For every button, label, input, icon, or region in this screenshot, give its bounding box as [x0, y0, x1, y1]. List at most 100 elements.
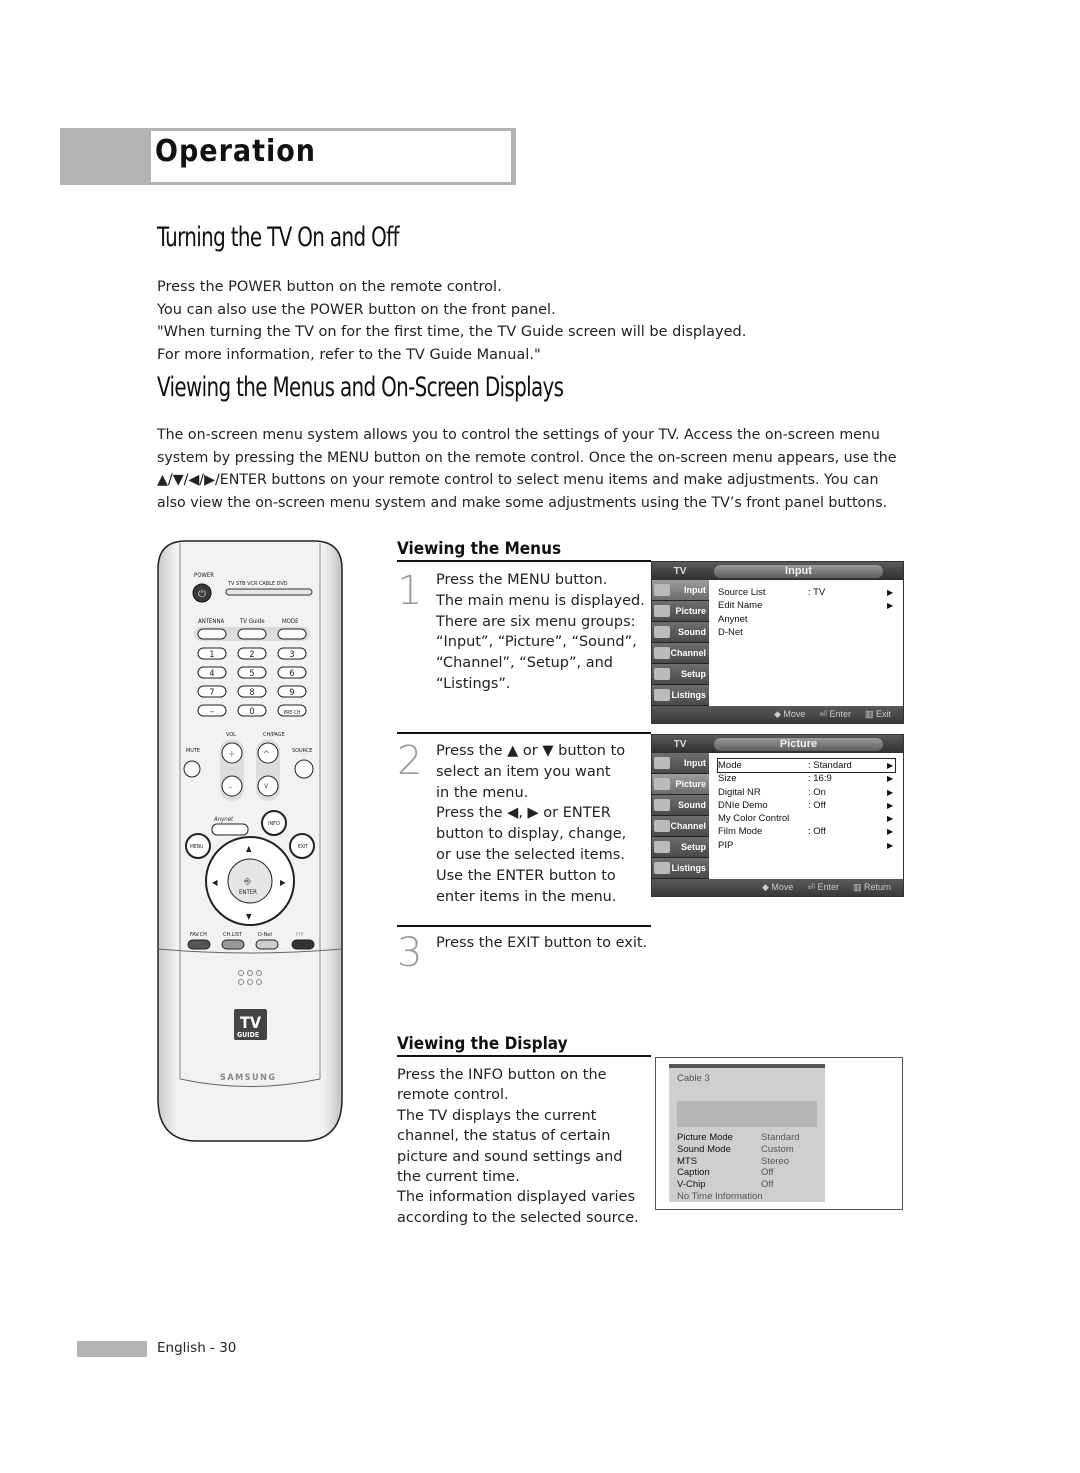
info-key: V-Chip	[677, 1179, 706, 1191]
osd-row-key: Source List	[718, 587, 766, 598]
osd-row: Source List: TV ▶	[718, 586, 895, 599]
step-line: “Channel”, “Setup”, and	[436, 655, 613, 672]
paragraph-line: Press the INFO button on the	[397, 1067, 607, 1083]
info-key: Picture Mode	[677, 1132, 733, 1143]
osd-tab-label: Listings	[671, 690, 706, 700]
remote-label-enter: ENTER	[239, 889, 257, 896]
page-number: English - 30	[157, 1340, 237, 1356]
osd-row-key: PIP	[718, 839, 734, 851]
step-line: The main menu is displayed.	[436, 592, 645, 609]
paragraph-line: Press the POWER button on the remote con…	[157, 279, 502, 295]
osd-row-key: Anynet	[718, 613, 748, 625]
remote-label-source: SOURCE	[292, 748, 312, 754]
osd-tab-label: Channel	[670, 648, 706, 658]
remote-label-chpage: CH/PAGE	[263, 732, 285, 738]
osd-title: Input	[714, 564, 883, 578]
step-line: enter items in the menu.	[436, 888, 617, 905]
picture-icon	[654, 778, 670, 790]
osd-hint-enter: ⏎ Enter	[807, 882, 839, 892]
step-1-text: Press the MENU button. The main menu is …	[436, 570, 645, 695]
heading-viewing-menus: Viewing the Menus	[397, 539, 562, 559]
step-line: Press the MENU button.	[436, 572, 608, 588]
heading-menus-osd: Viewing the Menus and On-Screen Displays	[157, 372, 564, 403]
svg-text:▶: ▶	[280, 878, 286, 887]
info-value: Stereo	[761, 1155, 789, 1167]
paragraph-line: channel, the status of certain	[397, 1128, 611, 1145]
osd-row: PIP ▶	[718, 839, 895, 852]
paragraph-line: the current time.	[397, 1169, 520, 1186]
info-value: Off	[761, 1167, 774, 1179]
turning-on-off-text: Press the POWER button on the remote con…	[157, 276, 746, 366]
tv-guide-logo-tv: TV	[240, 1013, 262, 1032]
arrow-right-icon: ▶	[887, 774, 894, 784]
divider	[397, 925, 651, 927]
step-line: There are six menu groups:	[436, 613, 636, 630]
digit-label: 7	[209, 688, 214, 698]
osd-sidebar: Input Picture Sound Channel Setup Listin…	[652, 580, 709, 706]
osd-hint-enter: ⏎ Enter	[819, 709, 851, 719]
remote-control-illustration: POWER ⏻ TV STB VCR CABLE DVD ANTENNA TV …	[157, 540, 343, 1142]
info-row: Caption Off	[677, 1167, 800, 1179]
osd-tab-sound: Sound	[652, 795, 709, 816]
remote-label-favch: FAV.CH	[190, 932, 207, 938]
step-2-text: Press the ▲ or ▼ button to select an ite…	[436, 741, 626, 907]
input-icon	[654, 584, 670, 596]
step-3-text: Press the EXIT button to exit.	[436, 933, 647, 954]
osd-input-menu: TV Input Input Picture Sound Channel Set…	[651, 561, 904, 724]
paragraph-line: For more information, refer to the TV Gu…	[157, 346, 541, 363]
info-key: Sound Mode	[677, 1143, 731, 1155]
osd-tab-setup: Setup	[652, 837, 709, 858]
osd-items: Source List: TV ▶ Edit Name ▶ Anynet D-Net	[709, 580, 903, 695]
osd-tab-picture: Picture	[652, 601, 709, 622]
arrow-right-icon: ▶	[887, 761, 894, 770]
svg-text:v: v	[264, 781, 269, 790]
osd-tab-label: Input	[684, 585, 706, 595]
remote-label-menu: MENU	[190, 844, 203, 850]
osd-tab-input: Input	[652, 580, 709, 601]
osd-row-value: : Standard	[808, 760, 852, 771]
digit-label: 6	[289, 669, 294, 679]
paragraph-line: The TV displays the current	[397, 1107, 597, 1124]
osd-tab-listings: Listings	[652, 685, 709, 706]
osd-picture-menu: TV Picture Input Picture Sound Channel S…	[651, 734, 904, 897]
remote-label-antenna: ANTENNA	[198, 618, 225, 625]
step-line: select an item you want	[436, 763, 611, 780]
info-row: V-Chip Off	[677, 1179, 800, 1191]
osd-tab-input: Input	[652, 753, 709, 774]
svg-text:▲: ▲	[246, 844, 252, 853]
osd-tab-label: Listings	[671, 863, 706, 873]
osd-row-value	[808, 812, 887, 825]
arrow-right-icon: ▶	[887, 840, 894, 850]
arrow-right-icon: ▶	[887, 800, 894, 810]
satellite-dish-icon	[654, 647, 670, 659]
osd-row-value: : Off	[808, 826, 826, 838]
setup-icon	[654, 841, 670, 853]
osd-tab-label: Picture	[675, 779, 706, 789]
osd-tab-channel: Channel	[652, 643, 709, 664]
osd-tab-channel: Channel	[652, 816, 709, 837]
osd-tab-sound: Sound	[652, 622, 709, 643]
svg-text:◀: ◀	[212, 878, 218, 887]
osd-hint-move: ◆ Move	[761, 882, 794, 892]
arrow-right-icon: ▶	[887, 588, 894, 597]
osd-tab-label: Input	[684, 758, 706, 768]
osd-hint-exit: ▥ Exit	[864, 709, 891, 719]
step-line: “Listings”.	[436, 675, 511, 692]
info-value: Off	[761, 1179, 774, 1191]
paragraph-line: system by pressing the MENU button on th…	[157, 449, 897, 466]
remote-label-mute: MUTE	[186, 748, 200, 754]
paragraph-line: also view the on-screen menu system and …	[157, 494, 888, 511]
svg-text:^: ^	[263, 750, 270, 760]
osd-row: Anynet	[718, 613, 895, 626]
step-line: in the menu.	[436, 784, 529, 801]
info-display-panel: Cable 3 Picture Mode Standard Sound Mode C…	[669, 1064, 825, 1202]
svg-text:⏻: ⏻	[198, 589, 206, 600]
remote-label-tvguide: TV Guide	[239, 618, 265, 625]
step-line: Press the EXIT button to exit.	[436, 935, 648, 951]
osd-header: TV Input	[652, 562, 903, 580]
tv-guide-icon	[654, 689, 670, 701]
step-line: button to display, change,	[436, 826, 627, 843]
osd-row: D-Net	[718, 626, 895, 639]
digit-label: 8	[249, 688, 254, 698]
osd-footer: ◆ Move ⏎ Enter ▥ Exit	[652, 706, 903, 723]
